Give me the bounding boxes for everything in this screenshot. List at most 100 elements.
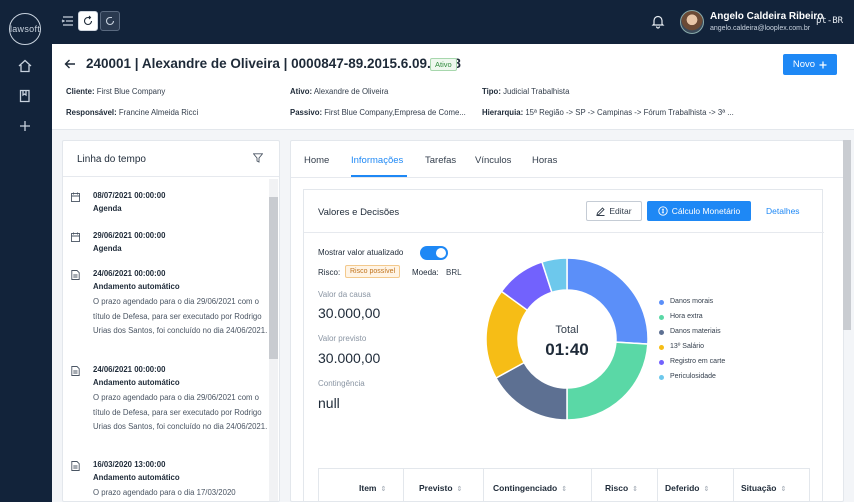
coin-icon xyxy=(658,206,668,216)
timeline-type: Agenda xyxy=(93,204,122,213)
tab-vinculos[interactable]: Vínculos xyxy=(475,155,511,166)
plus-icon[interactable] xyxy=(17,118,33,134)
timeline-date: 16/03/2020 13:00:00 xyxy=(93,460,166,469)
divider xyxy=(483,469,484,501)
new-button-label: Novo xyxy=(792,59,816,70)
meta-cliente: Cliente: First Blue Company xyxy=(66,87,166,96)
risk-badge: Risco possível xyxy=(345,265,401,278)
refresh-button[interactable] xyxy=(78,11,98,31)
legend-dot xyxy=(659,375,664,380)
timeline-type: Andamento automático xyxy=(93,378,180,387)
edit-button[interactable]: Editar xyxy=(586,201,642,221)
expected-value: 30.000,00 xyxy=(318,350,381,366)
timeline-date: 29/06/2021 00:00:00 xyxy=(93,231,166,240)
column-header-risco[interactable]: Risco ⇕ xyxy=(605,483,638,493)
top-bar: Angelo Caldeira Ribeiro angelo.caldeira@… xyxy=(52,0,854,44)
tab-informacoes[interactable]: Informações xyxy=(351,155,403,166)
divider xyxy=(733,469,734,501)
plus-icon xyxy=(819,61,827,68)
donut-chart-svg xyxy=(485,257,649,421)
cause-value: 30.000,00 xyxy=(318,305,381,321)
calendar-icon xyxy=(71,192,80,202)
meta-tipo: Tipo: Judicial Trabalhista xyxy=(482,87,570,96)
app-logo: lawsoft xyxy=(9,13,41,45)
divider xyxy=(291,177,843,178)
timeline-panel: Linha do tempo 08/07/2021 00:00:00 Agend… xyxy=(62,140,280,502)
avatar[interactable] xyxy=(680,10,704,34)
timeline-description: O prazo agendado para o dia 17/03/2020 xyxy=(93,488,236,497)
tab-home[interactable]: Home xyxy=(304,155,329,166)
document-icon xyxy=(71,366,80,376)
currency-label: Moeda: xyxy=(412,268,439,277)
donut-total-label: Total xyxy=(555,324,579,336)
column-header-deferido[interactable]: Deferido ⇕ xyxy=(665,483,709,493)
document-icon xyxy=(71,461,80,471)
expected-label: Valor previsto xyxy=(318,334,367,343)
calendar-icon xyxy=(71,232,80,242)
refresh-icon xyxy=(83,15,93,26)
sync-button[interactable] xyxy=(100,11,120,31)
timeline-type: Andamento automático xyxy=(93,473,180,482)
case-header: 240001 | Alexandre de Oliveira | 0000847… xyxy=(52,44,854,130)
legend-dot xyxy=(659,315,664,320)
tab-tarefas[interactable]: Tarefas xyxy=(425,155,456,166)
new-button[interactable]: Novo xyxy=(783,54,837,75)
sync-icon xyxy=(105,16,115,26)
donut-total-value: 01:40 xyxy=(545,340,589,359)
edit-button-label: Editar xyxy=(609,206,632,216)
page-scrollbar[interactable] xyxy=(843,140,851,330)
legend-label: Periculosidade xyxy=(670,373,716,380)
timeline-date: 24/06/2021 00:00:00 xyxy=(93,365,166,374)
pencil-icon xyxy=(596,206,606,216)
cause-label: Valor da causa xyxy=(318,290,371,299)
meta-passivo: Passivo: First Blue Company,Empresa de C… xyxy=(290,108,466,117)
language-selector[interactable]: pt-BR xyxy=(816,16,843,26)
column-header-contingenciado[interactable]: Contingenciado ⇕ xyxy=(493,483,567,493)
left-rail: lawsoft xyxy=(0,0,52,502)
column-header-previsto[interactable]: Previsto ⇕ xyxy=(419,483,462,493)
status-badge: Ativo xyxy=(430,58,457,71)
legend-label: Danos morais xyxy=(670,298,714,305)
home-icon[interactable] xyxy=(17,58,33,74)
details-link[interactable]: Detalhes xyxy=(766,206,800,216)
bell-icon[interactable] xyxy=(650,13,666,29)
divider xyxy=(63,176,279,177)
column-header-situacao[interactable]: Situação ⇕ xyxy=(741,483,786,493)
show-updated-toggle[interactable] xyxy=(420,246,448,260)
legend-label: Registro em carte xyxy=(670,358,726,365)
main-area: 240001 | Alexandre de Oliveira | 0000847… xyxy=(52,44,854,502)
contingency-value: null xyxy=(318,395,340,411)
divider xyxy=(591,469,592,501)
legend-dot xyxy=(659,330,664,335)
divider xyxy=(304,232,824,233)
user-name[interactable]: Angelo Caldeira Ribeiro xyxy=(710,11,823,22)
legend-dot xyxy=(659,300,664,305)
page-title: 240001 | Alexandre de Oliveira | 0000847… xyxy=(86,56,461,71)
timeline-title: Linha do tempo xyxy=(77,154,146,165)
timeline-type: Andamento automático xyxy=(93,282,180,291)
legend-label: 13º Salário xyxy=(670,343,705,350)
values-table-header: Item ⇕ Previsto ⇕ Contingenciado ⇕ Risco ⇕ D… xyxy=(318,468,810,501)
user-email: angelo.caldeira@looplex.com.br xyxy=(710,25,811,32)
timeline-description: O prazo agendado para o dia 29/06/2021 c… xyxy=(93,393,268,431)
card-title: Valores e Decisões xyxy=(318,207,400,218)
meta-responsavel: Responsável: Francine Almeida Ricci xyxy=(66,108,199,117)
contingency-label: Contingência xyxy=(318,379,365,388)
timeline-description: O prazo agendado para o dia 29/06/2021 c… xyxy=(93,297,268,335)
book-icon[interactable] xyxy=(17,88,33,104)
filter-icon[interactable] xyxy=(253,153,263,163)
legend-dot xyxy=(659,360,664,365)
donut-chart: Total 01:40 xyxy=(482,254,652,424)
timeline-date: 24/06/2021 00:00:00 xyxy=(93,269,166,278)
legend-label: Hora extra xyxy=(670,313,703,320)
details-panel: Home Informações Tarefas Vínculos Horas … xyxy=(290,140,844,502)
meta-hierarquia: Hierarquia: 15ª Região -> SP -> Campinas… xyxy=(482,108,734,117)
back-arrow-icon[interactable] xyxy=(64,58,76,70)
column-header-item[interactable]: Item ⇕ xyxy=(359,483,386,493)
timeline-scroll-thumb[interactable] xyxy=(269,197,278,359)
meta-ativo: Ativo: Alexandre de Oliveira xyxy=(290,87,389,96)
legend-label: Danos materiais xyxy=(670,328,721,335)
monetary-calc-button[interactable]: Cálculo Monetário xyxy=(647,201,751,221)
tab-horas[interactable]: Horas xyxy=(532,155,557,166)
menu-collapse-icon[interactable] xyxy=(59,12,77,30)
